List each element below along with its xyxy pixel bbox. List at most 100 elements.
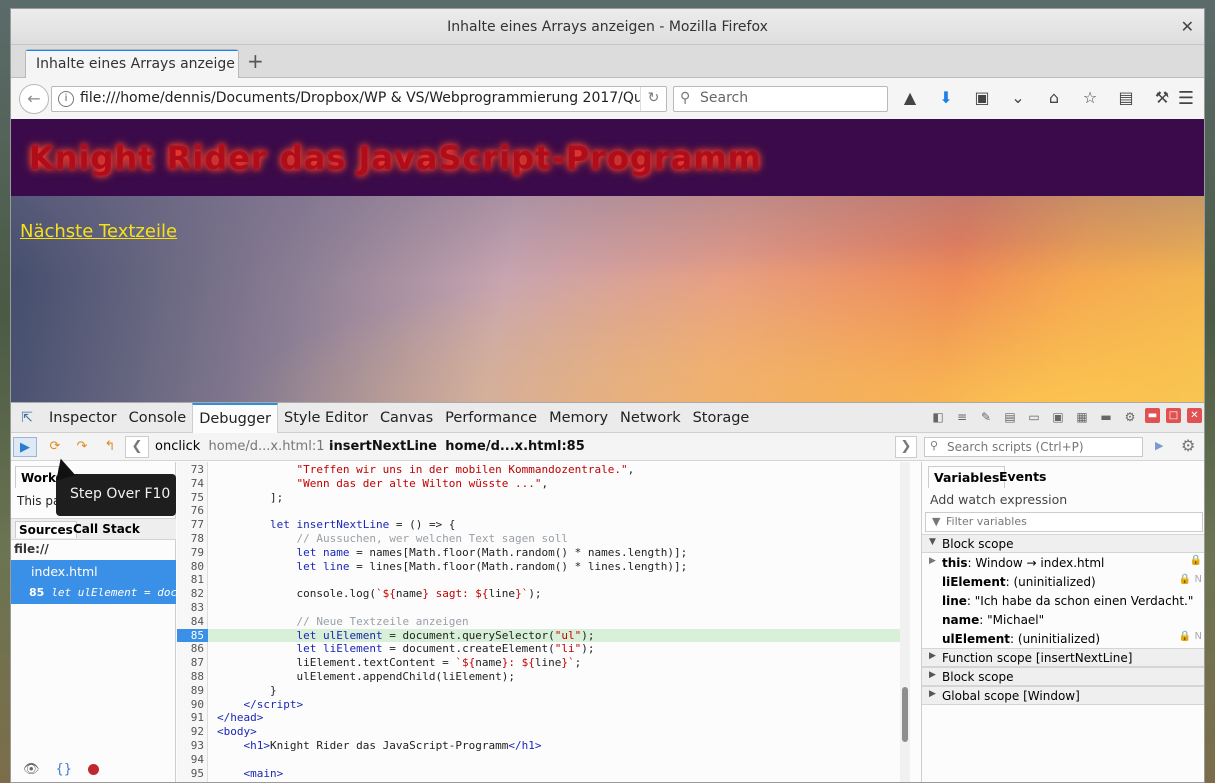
highlight-icon[interactable]: ▦ xyxy=(1073,408,1091,426)
scratchpad-icon[interactable]: ▤ xyxy=(1001,408,1019,426)
code-line[interactable]: 84 // Neue Textzeile anzeigen xyxy=(177,615,900,629)
close-window-icon[interactable]: ✕ xyxy=(1181,9,1194,45)
variable-row[interactable]: liElement: (uninitialized) 🔒 N xyxy=(922,572,1204,591)
tab-call-stack[interactable]: Call Stack xyxy=(73,522,140,536)
line-number[interactable]: 90 xyxy=(177,698,204,712)
pretty-print-icon[interactable]: {} xyxy=(56,762,73,777)
screenshot-tool-icon[interactable]: ▣ xyxy=(1049,408,1067,426)
editor-scrollbar[interactable] xyxy=(900,462,910,782)
code-line[interactable]: 88 ulElement.appendChild(liElement); xyxy=(177,670,900,684)
tab-network[interactable]: Network xyxy=(614,403,687,433)
variable-row[interactable]: line: "Ich habe da schon einen Verdacht.… xyxy=(922,591,1204,610)
search-input[interactable]: ⚲ Search xyxy=(673,86,888,112)
screenshot-icon[interactable]: ▣ xyxy=(971,88,993,107)
home-icon[interactable]: ⌂ xyxy=(1043,88,1065,107)
code-line[interactable]: 73 "Treffen wir uns in der mobilen Komma… xyxy=(177,463,900,477)
url-bar[interactable]: i file:///home/dennis/Documents/Dropbox/… xyxy=(51,86,667,112)
code-line[interactable]: 77 let insertNextLine = () => { xyxy=(177,518,900,532)
code-line[interactable]: 75 ]; xyxy=(177,491,900,505)
reader-icon[interactable]: ▤ xyxy=(1115,88,1137,107)
add-watch-expression[interactable]: Add watch expression xyxy=(922,488,1204,510)
breakpoint-item[interactable]: 85 let ulElement = doc… xyxy=(11,582,176,604)
download-icon[interactable]: ⬇ xyxy=(935,88,957,107)
code-line[interactable]: 87 liElement.textContent = `${name}: ${l… xyxy=(177,656,900,670)
tab-debugger[interactable]: Debugger xyxy=(192,402,278,433)
page-info-icon[interactable]: i xyxy=(58,91,74,107)
breakpoint-toggle-icon[interactable] xyxy=(88,764,100,775)
reload-icon[interactable]: ↻ xyxy=(640,87,666,111)
paused-code-line[interactable]: 85 let ulElement = document.querySelecto… xyxy=(177,628,900,643)
element-picker-icon[interactable]: ⇱ xyxy=(11,410,43,426)
toggle-pane-icon[interactable]: ▶ xyxy=(1155,439,1163,452)
variable-row[interactable]: ulElement: (uninitialized) 🔒 N xyxy=(922,629,1204,648)
close-devtools-icon[interactable]: ✕ xyxy=(1187,408,1202,423)
responsive-mode-icon[interactable]: ▭ xyxy=(1025,408,1043,426)
code-line[interactable]: 90 </script> xyxy=(177,698,900,712)
code-line[interactable]: 79 let name = names[Math.floor(Math.rand… xyxy=(177,546,900,560)
gear-icon[interactable]: ⚙ xyxy=(1121,408,1139,426)
paintflashing-icon[interactable]: ✎ xyxy=(977,408,995,426)
debugger-options-gear-icon[interactable]: ⚙ xyxy=(1181,436,1195,455)
code-line[interactable]: 93 <h1>Knight Rider das JavaScript-Progr… xyxy=(177,739,900,753)
code-line[interactable]: 95 <main> xyxy=(177,767,900,781)
code-line[interactable]: 89 } xyxy=(177,684,900,698)
code-editor[interactable]: 73 "Treffen wir uns in der mobilen Komma… xyxy=(177,462,910,782)
devtools-icon[interactable]: ⚒ xyxy=(1151,88,1173,107)
code-line[interactable]: 82 console.log(`${name} sagt: ${line}`); xyxy=(177,587,900,601)
code-line[interactable]: 78 // Aussuchen, wer welchen Text sagen … xyxy=(177,532,900,546)
scope-header[interactable]: ▶ Global scope [Window] xyxy=(922,686,1204,705)
code-line[interactable]: 74 "Wenn das der alte Wilton wüsste ..."… xyxy=(177,477,900,491)
line-number[interactable]: 75 xyxy=(177,491,204,505)
breadcrumb-onclick[interactable]: onclick home/d...x.html:1 › xyxy=(155,439,334,454)
line-number[interactable]: 95 xyxy=(177,767,204,781)
line-number[interactable]: 82 xyxy=(177,587,204,601)
tab-inspector[interactable]: Inspector xyxy=(43,403,123,433)
blackbox-eye-icon[interactable]: 👁 xyxy=(23,762,40,777)
line-number[interactable]: 84 xyxy=(177,615,204,629)
bookmark-star-icon[interactable]: ☆ xyxy=(1079,88,1101,107)
code-line[interactable]: 92 <body> xyxy=(177,725,900,739)
step-out-button[interactable]: ↰ xyxy=(98,437,122,457)
scope-header[interactable]: ▶ Function scope [insertNextLine] xyxy=(922,648,1204,667)
resume-button[interactable]: ▶ xyxy=(13,437,37,457)
scrollbar-thumb[interactable] xyxy=(902,687,908,742)
ruler-icon[interactable]: ▬ xyxy=(1097,408,1115,426)
code-line[interactable]: 94 xyxy=(177,753,900,767)
tab-canvas[interactable]: Canvas xyxy=(374,403,439,433)
dock-bottom-icon[interactable]: ▬ xyxy=(1145,408,1160,423)
tab-events[interactable]: Events xyxy=(994,466,1051,488)
line-number[interactable]: 92 xyxy=(177,725,204,739)
line-number[interactable]: 88 xyxy=(177,670,204,684)
tab-memory[interactable]: Memory xyxy=(543,403,614,433)
tab-console[interactable]: Console xyxy=(123,403,193,433)
code-line[interactable]: 81 xyxy=(177,573,900,587)
line-number[interactable]: 77 xyxy=(177,518,204,532)
line-number[interactable]: 80 xyxy=(177,560,204,574)
scope-header[interactable]: ▶ Block scope xyxy=(922,667,1204,686)
code-line[interactable]: 83 xyxy=(177,601,900,615)
pocket-icon[interactable]: ⌄ xyxy=(1007,88,1029,107)
line-number[interactable]: 85 xyxy=(177,628,208,643)
tab-sources[interactable]: Sources xyxy=(15,521,77,538)
script-search-input[interactable]: ⚲ Search scripts (Ctrl+P) xyxy=(924,437,1143,457)
new-tab-button[interactable]: + xyxy=(247,49,264,73)
breadcrumb-insertnextline[interactable]: insertNextLine home/d...x.html:85 xyxy=(329,439,585,454)
browser-tab[interactable]: Inhalte eines Arrays anzeige xyxy=(25,49,239,79)
hamburger-menu-icon[interactable]: ☰ xyxy=(1178,88,1194,109)
line-number[interactable]: 89 xyxy=(177,684,204,698)
next-line-link[interactable]: Nächste Textzeile xyxy=(20,221,177,242)
step-in-button[interactable]: ↷ xyxy=(70,437,94,457)
line-number[interactable]: 76 xyxy=(177,504,204,518)
line-number[interactable]: 86 xyxy=(177,642,204,656)
variable-row[interactable]: ▶ this: Window → index.html 🔒 xyxy=(922,553,1204,572)
tab-storage[interactable]: Storage xyxy=(687,403,756,433)
tab-performance[interactable]: Performance xyxy=(439,403,543,433)
line-number[interactable]: 93 xyxy=(177,739,204,753)
line-number[interactable]: 87 xyxy=(177,656,204,670)
filter-variables-input[interactable]: ▼ Filter variables xyxy=(925,512,1203,532)
code-line[interactable]: 86 let liElement = document.createElemen… xyxy=(177,642,900,656)
stack-prev-button[interactable]: ❮ xyxy=(125,436,149,458)
split-console-icon[interactable]: ◧ xyxy=(929,408,947,426)
variable-row[interactable]: name: "Michael" xyxy=(922,610,1204,629)
code-line[interactable]: 80 let line = lines[Math.floor(Math.rand… xyxy=(177,560,900,574)
